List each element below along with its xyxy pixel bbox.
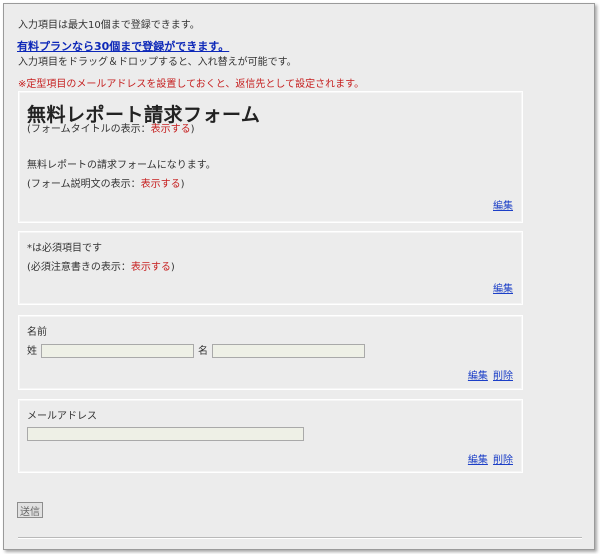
edit-email-link[interactable]: 編集 <box>468 455 488 466</box>
required-display-prefix: (必須注意書きの表示： <box>27 262 131 273</box>
max-items-notice: 入力項目は最大10個まで登録できます。 <box>18 20 200 31</box>
email-field-block[interactable]: メールアドレス 編集 削除 <box>18 399 523 473</box>
required-note-block[interactable]: *は必須項目です (必須注意書きの表示：表示する) 編集 <box>18 231 523 305</box>
drag-drop-hint: 入力項目をドラッグ＆ドロップすると、入れ替えが可能です。 <box>18 57 297 68</box>
first-name-input[interactable] <box>212 344 365 358</box>
first-name-label: 名 <box>198 346 208 357</box>
required-display-suffix: ) <box>170 262 175 273</box>
name-field-block[interactable]: 名前 姓 名 編集 削除 <box>18 315 523 390</box>
edit-required-link[interactable]: 編集 <box>493 280 513 295</box>
email-field-actions: 編集 削除 <box>468 448 513 467</box>
name-field-actions: 編集 削除 <box>468 364 513 383</box>
email-label: メールアドレス <box>27 411 97 422</box>
desc-display-suffix: ) <box>180 179 185 190</box>
form-editor-window: 入力項目は最大10個まで登録できます。 有料プランなら30個まで登録ができます。… <box>3 3 595 550</box>
required-note: *は必須項目です <box>27 243 102 254</box>
last-name-input[interactable] <box>41 344 194 358</box>
edit-name-link[interactable]: 編集 <box>468 371 488 382</box>
form-title: 無料レポート請求フォーム <box>27 104 261 126</box>
last-name-label: 姓 <box>27 346 37 357</box>
email-input[interactable] <box>27 427 304 441</box>
required-display-setting: (必須注意書きの表示：表示する) <box>27 262 175 274</box>
title-display-prefix: (フォームタイトルの表示： <box>27 124 151 135</box>
email-warning: ※定型項目のメールアドレスを設置しておくと、返信先として設定されます。 <box>18 79 365 90</box>
desc-display-prefix: (フォーム説明文の表示： <box>27 179 141 190</box>
delete-email-link[interactable]: 削除 <box>493 455 513 466</box>
submit-button[interactable]: 送信 <box>17 502 43 518</box>
description-display-setting: (フォーム説明文の表示：表示する) <box>27 179 185 191</box>
bottom-divider <box>18 537 582 539</box>
required-display-value[interactable]: 表示する <box>131 262 171 273</box>
upgrade-plan-link[interactable]: 有料プランなら30個まで登録ができます。 <box>17 38 229 54</box>
title-display-suffix: ) <box>190 124 195 135</box>
name-label: 名前 <box>27 327 47 338</box>
edit-title-link[interactable]: 編集 <box>493 197 513 212</box>
desc-display-value[interactable]: 表示する <box>141 179 181 190</box>
title-display-setting: (フォームタイトルの表示：表示する) <box>27 124 195 136</box>
form-description: 無料レポートの請求フォームになります。 <box>27 160 216 171</box>
title-display-value[interactable]: 表示する <box>151 124 191 135</box>
delete-name-link[interactable]: 削除 <box>493 371 513 382</box>
form-title-block[interactable]: 無料レポート請求フォーム (フォームタイトルの表示：表示する) 無料レポートの請… <box>18 91 523 223</box>
